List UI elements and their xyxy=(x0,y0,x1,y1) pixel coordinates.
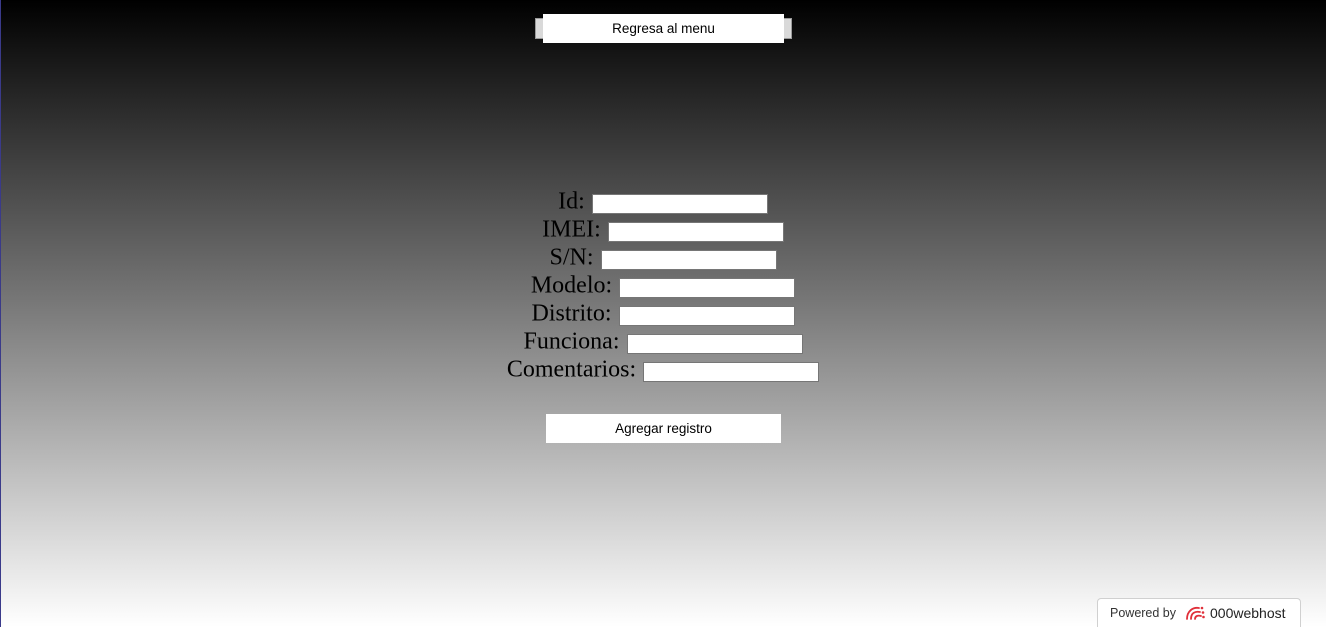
modelo-label: Modelo: xyxy=(530,272,613,299)
000webhost-logo-icon xyxy=(1184,604,1206,622)
funciona-label: Funciona: xyxy=(523,328,620,355)
comentarios-label: Comentarios: xyxy=(506,356,637,383)
add-record-button[interactable]: Agregar registro xyxy=(546,414,781,443)
powered-by-label: Powered by xyxy=(1110,606,1177,620)
field-row-sn: S/N: xyxy=(0,243,1326,271)
imei-input[interactable] xyxy=(607,221,784,242)
modelo-input[interactable] xyxy=(619,277,796,298)
field-row-modelo: Modelo: xyxy=(0,271,1326,299)
distrito-input[interactable] xyxy=(618,305,795,326)
field-row-imei: IMEI: xyxy=(0,215,1326,243)
field-row-funciona: Funciona: xyxy=(0,327,1326,355)
field-row-distrito: Distrito: xyxy=(0,299,1326,327)
field-row-comentarios: Comentarios: xyxy=(0,355,1326,383)
imei-label: IMEI: xyxy=(542,216,601,243)
distrito-label: Distrito: xyxy=(531,300,612,327)
record-form: Id: IMEI: S/N: Modelo: Distrito: Funcion… xyxy=(0,187,1326,383)
funciona-input[interactable] xyxy=(626,333,803,354)
id-input[interactable] xyxy=(591,193,768,214)
back-to-menu-button[interactable]: Regresa al menu xyxy=(543,14,784,43)
sn-input[interactable] xyxy=(600,249,777,270)
sn-label: S/N: xyxy=(549,244,594,271)
000webhost-brand: 000webhost xyxy=(1210,605,1286,621)
comentarios-input[interactable] xyxy=(643,361,820,382)
powered-by-badge[interactable]: Powered by 000webhost xyxy=(1097,598,1301,627)
field-row-id: Id: xyxy=(0,187,1326,215)
id-label: Id: xyxy=(558,188,585,215)
